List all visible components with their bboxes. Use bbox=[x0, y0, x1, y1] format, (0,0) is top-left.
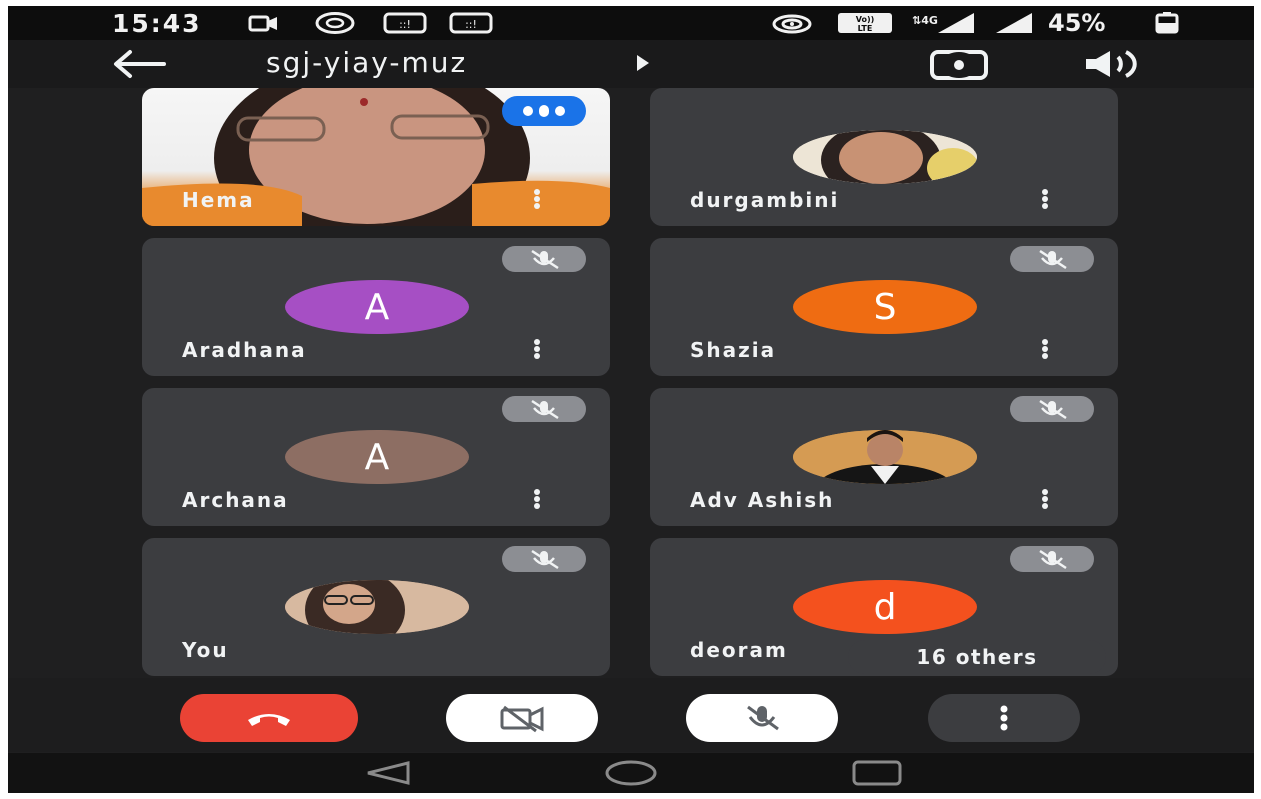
more-vertical-icon[interactable] bbox=[1040, 188, 1050, 212]
hotspot-icon bbox=[772, 14, 812, 34]
mic-off-icon bbox=[1039, 549, 1067, 570]
participant-name: Aradhana bbox=[182, 338, 307, 362]
battery-percent: 45% bbox=[1048, 9, 1106, 37]
avatar bbox=[793, 130, 977, 184]
battery-icon bbox=[1155, 12, 1179, 34]
more-vertical-icon[interactable] bbox=[1040, 488, 1050, 512]
participant-tile-hema[interactable]: Hema bbox=[142, 88, 610, 226]
call-controls bbox=[8, 678, 1254, 752]
speaker-icon[interactable] bbox=[1080, 48, 1144, 80]
avatar: d bbox=[793, 580, 977, 634]
avatar: S bbox=[793, 280, 977, 334]
audio-level-icon bbox=[523, 105, 565, 117]
more-vertical-icon[interactable] bbox=[532, 488, 542, 512]
status-time: 15:43 bbox=[112, 9, 202, 38]
avatar bbox=[285, 580, 469, 634]
avatar-initial: A bbox=[364, 286, 390, 328]
participant-name: Adv Ashish bbox=[690, 488, 835, 512]
mic-off-icon bbox=[1039, 399, 1067, 420]
avatar-initial: A bbox=[364, 436, 390, 478]
more-vertical-icon bbox=[1000, 705, 1008, 731]
mic-off-icon bbox=[531, 399, 559, 420]
more-options-button[interactable] bbox=[928, 694, 1080, 742]
camera-off-icon bbox=[500, 705, 544, 733]
participant-name: Archana bbox=[182, 488, 289, 512]
avatar-initial: d bbox=[873, 586, 897, 628]
avatar: A bbox=[285, 280, 469, 334]
participant-tile-adv-ashish[interactable]: Adv Ashish bbox=[650, 388, 1118, 526]
others-count[interactable]: 16 others bbox=[848, 640, 1106, 674]
speaking-indicator bbox=[502, 96, 586, 126]
mic-off-icon bbox=[1039, 249, 1067, 270]
avatar bbox=[793, 430, 977, 484]
participant-tile-shazia[interactable]: S Shazia bbox=[650, 238, 1118, 376]
svg-text:Vo)): Vo)) bbox=[856, 15, 875, 24]
volte-icon: Vo))LTE bbox=[838, 13, 892, 33]
participant-tile-durgambini[interactable]: durgambini bbox=[650, 88, 1118, 226]
mic-toggle-button[interactable] bbox=[686, 694, 838, 742]
meeting-header: sgj-yiay-muz bbox=[8, 40, 1254, 88]
end-call-button[interactable] bbox=[180, 694, 358, 742]
phone-hangup-icon bbox=[248, 714, 290, 726]
switch-camera-icon[interactable] bbox=[924, 46, 994, 82]
sms-icon-2: ::! bbox=[449, 12, 493, 34]
avatar-photo bbox=[285, 580, 469, 634]
mic-off-icon bbox=[747, 705, 779, 731]
participant-name: deoram bbox=[690, 638, 788, 662]
svg-text:::!: ::! bbox=[399, 18, 411, 31]
more-vertical-icon[interactable] bbox=[532, 338, 542, 362]
camera-toggle-button[interactable] bbox=[446, 694, 598, 742]
mic-off-badge bbox=[1010, 396, 1094, 422]
status-bar: 15:43 ::! ::! Vo)) LTE ⇅4G 45% bbox=[8, 6, 1254, 40]
signal-4g-icon: ⇅4G bbox=[912, 13, 974, 33]
participant-name: Hema bbox=[182, 188, 255, 212]
svg-text:⇅4G: ⇅4G bbox=[912, 14, 938, 27]
svg-text:::!: ::! bbox=[465, 18, 477, 31]
meeting-code[interactable]: sgj-yiay-muz bbox=[266, 46, 467, 79]
sms-icon: ::! bbox=[383, 12, 427, 34]
participant-name: You bbox=[182, 638, 229, 662]
participant-name: durgambini bbox=[690, 188, 840, 212]
avatar-photo bbox=[793, 130, 977, 184]
caret-right-icon[interactable] bbox=[634, 52, 652, 74]
mic-off-badge bbox=[1010, 546, 1094, 572]
whatsapp-icon bbox=[315, 12, 355, 34]
mic-off-icon bbox=[531, 249, 559, 270]
more-vertical-icon[interactable] bbox=[1040, 338, 1050, 362]
nav-home-icon[interactable] bbox=[604, 759, 658, 787]
svg-text:LTE: LTE bbox=[858, 24, 873, 33]
phone-screen: 15:43 ::! ::! Vo)) LTE ⇅4G 45% sgj-yiay-m… bbox=[8, 6, 1254, 793]
participant-tile-you[interactable]: You bbox=[142, 538, 610, 676]
more-vertical-icon[interactable] bbox=[532, 188, 542, 212]
nav-back-icon[interactable] bbox=[362, 759, 412, 787]
system-nav-bar bbox=[8, 753, 1254, 793]
video-notification-icon bbox=[248, 15, 277, 32]
mic-off-badge bbox=[502, 246, 586, 272]
mic-off-badge bbox=[502, 396, 586, 422]
nav-recents-icon[interactable] bbox=[850, 759, 904, 787]
back-arrow-icon[interactable] bbox=[110, 48, 168, 80]
participant-tile-aradhana[interactable]: A Aradhana bbox=[142, 238, 610, 376]
mic-off-badge bbox=[1010, 246, 1094, 272]
mic-off-icon bbox=[531, 549, 559, 570]
avatar: A bbox=[285, 430, 469, 484]
avatar-photo bbox=[793, 430, 977, 484]
participant-tile-archana[interactable]: A Archana bbox=[142, 388, 610, 526]
participant-name: Shazia bbox=[690, 338, 777, 362]
mic-off-badge bbox=[502, 546, 586, 572]
avatar-initial: S bbox=[873, 286, 897, 328]
signal-icon bbox=[996, 13, 1032, 33]
